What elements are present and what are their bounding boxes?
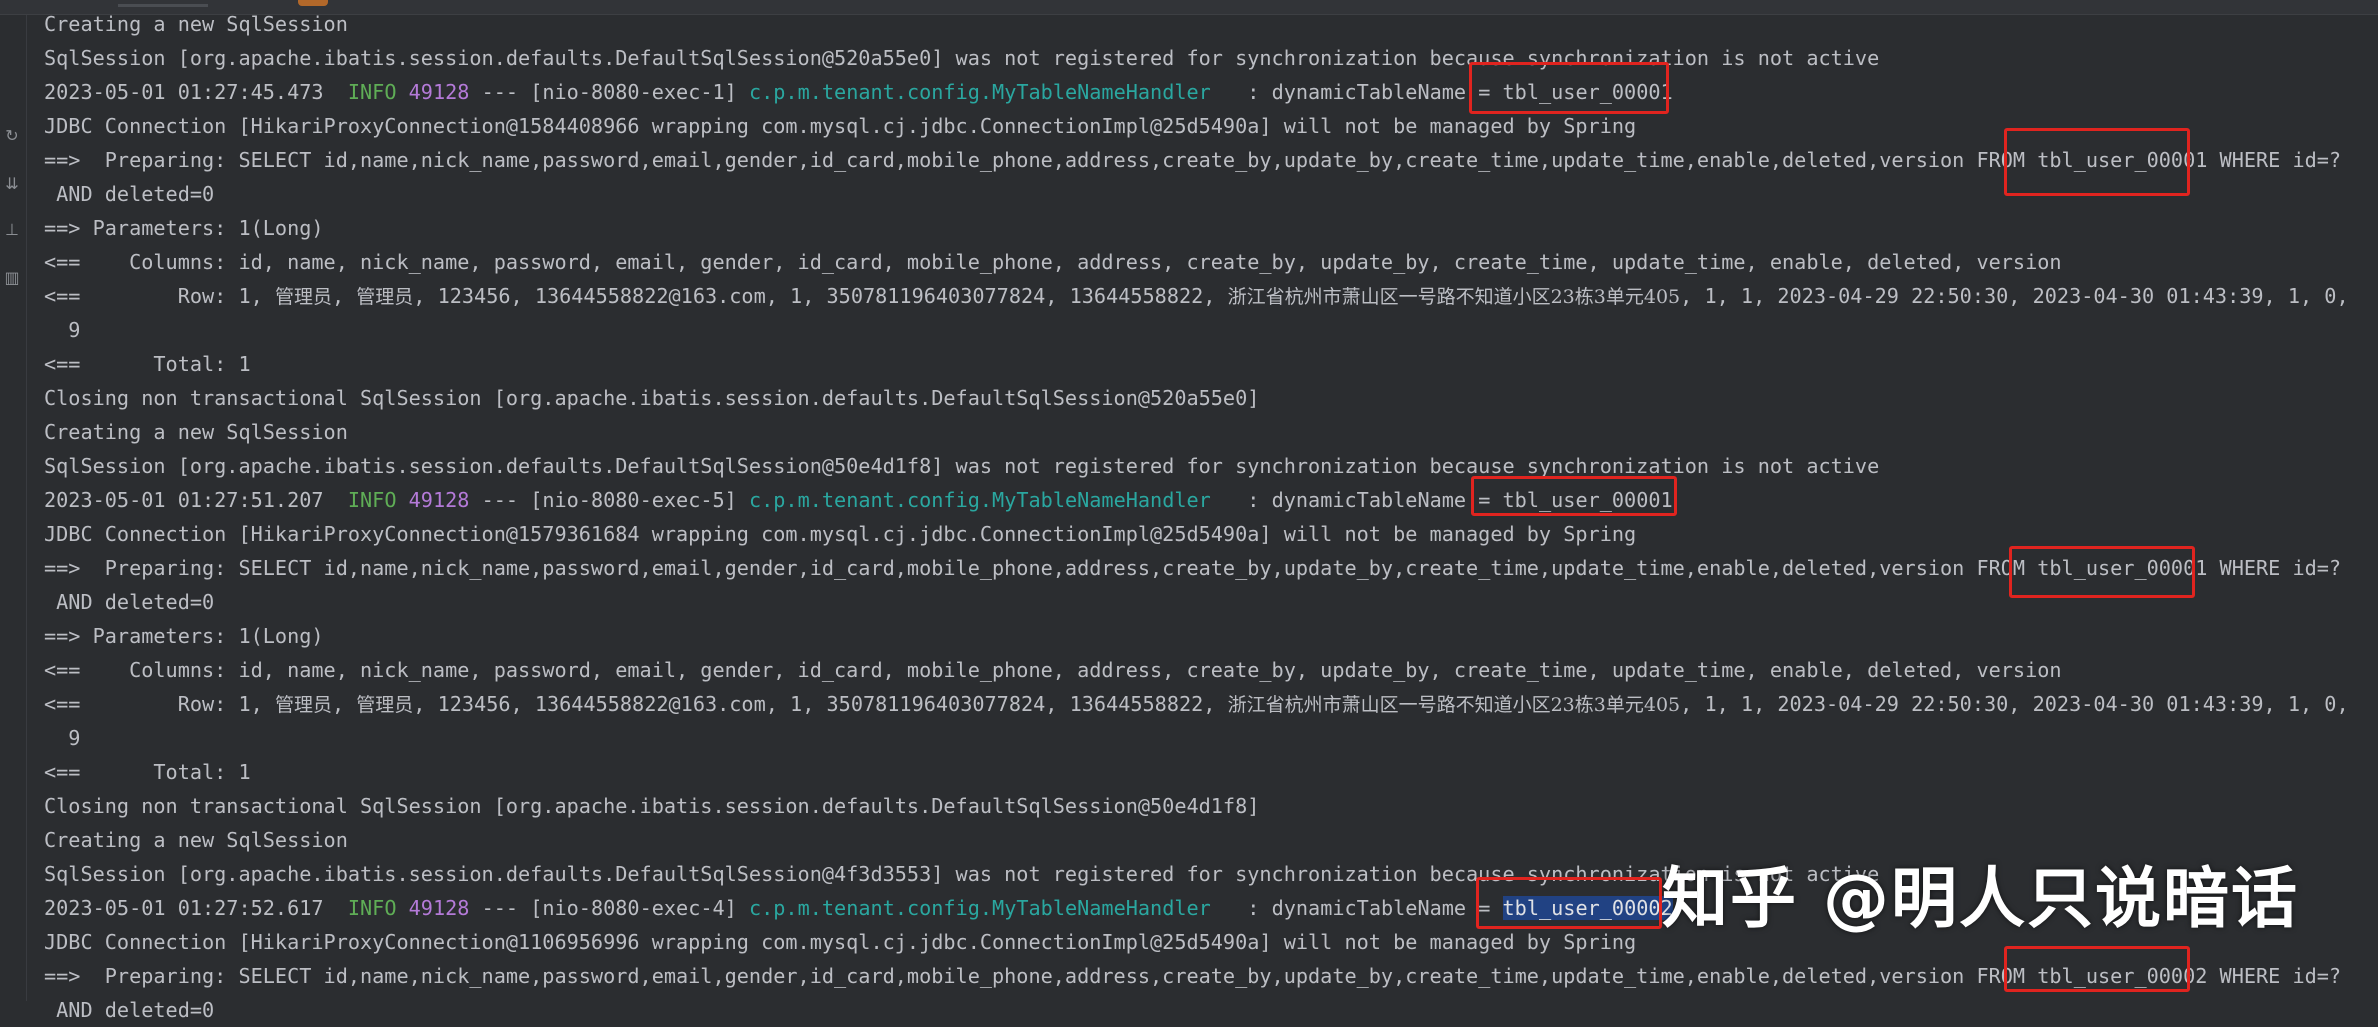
- sql-preparing-cont: AND deleted=0: [44, 998, 215, 1022]
- log-thread: --- [nio-8080-exec-1]: [469, 80, 749, 104]
- log-pid: 49128: [408, 488, 470, 512]
- log-pid: 49128: [408, 80, 470, 104]
- log-timestamp: 2023-05-01 01:27:51.207: [44, 488, 348, 512]
- row-address: 浙江省杭州市萧山区一号路不知道小区23栋3单元405: [1227, 694, 1681, 716]
- log-line: 2023-05-01 01:27:52.617 INFO 49128 --- […: [44, 891, 1673, 925]
- sql-parameters-line: ==> Parameters: 1(Long): [44, 624, 324, 648]
- highlight-box: [2004, 946, 2190, 992]
- log-line: Creating a new SqlSession: [44, 12, 348, 36]
- row-prefix: <== Row: 1,: [44, 692, 275, 716]
- sql-preparing-cont: AND deleted=0: [44, 182, 215, 206]
- log-line: JDBC Connection [HikariProxyConnection@1…: [44, 114, 1637, 138]
- console-toolbar: ↻ ⇊ ⊥ ▥: [0, 15, 27, 1001]
- row-nick-name: 管理员: [356, 286, 414, 308]
- row-values: , 123456, 13644558822@163.com, 1, 350781…: [413, 284, 1228, 308]
- log-line: Closing non transactional SqlSession [or…: [44, 794, 1260, 818]
- row-values-tail: , 1, 1, 2023-04-29 22:50:30, 2023-04-30 …: [1680, 284, 2349, 308]
- watermark: 知乎 @明人只说暗话: [1662, 860, 2299, 937]
- sql-preparing-cont: AND deleted=0: [44, 590, 215, 614]
- sql-row-cont: 9: [44, 726, 81, 750]
- log-line: 2023-05-01 01:27:51.207 INFO 49128 --- […: [44, 483, 1673, 517]
- row-name: 管理员: [274, 694, 332, 716]
- row-address: 浙江省杭州市萧山区一号路不知道小区23栋3单元405: [1227, 286, 1681, 308]
- row-prefix: <== Row: 1,: [44, 284, 275, 308]
- rerun-icon[interactable]: ↻: [3, 127, 21, 145]
- log-line: JDBC Connection [HikariProxyConnection@1…: [44, 522, 1637, 546]
- highlight-box: [2009, 546, 2195, 598]
- row-values-tail: , 1, 1, 2023-04-29 22:50:30, 2023-04-30 …: [1680, 692, 2349, 716]
- log-thread: --- [nio-8080-exec-5]: [469, 488, 749, 512]
- log-thread: --- [nio-8080-exec-4]: [469, 896, 749, 920]
- log-line: Creating a new SqlSession: [44, 420, 348, 444]
- pin-icon[interactable]: ⊥: [3, 221, 21, 239]
- log-line: 2023-05-01 01:27:45.473 INFO 49128 --- […: [44, 75, 1673, 109]
- sql-columns-line: <== Columns: id, name, nick_name, passwo…: [44, 250, 2062, 274]
- log-line: JDBC Connection [HikariProxyConnection@1…: [44, 930, 1637, 954]
- log-timestamp: 2023-05-01 01:27:45.473: [44, 80, 348, 104]
- row-values: , 123456, 13644558822@163.com, 1, 350781…: [413, 692, 1228, 716]
- row-sep: ,: [331, 692, 357, 716]
- log-level: INFO: [347, 80, 397, 104]
- log-timestamp: 2023-05-01 01:27:52.617: [44, 896, 348, 920]
- sql-row-line: <== Row: 1, 管理员, 管理员, 123456, 1364455882…: [44, 687, 2349, 721]
- scroll-down-icon[interactable]: ⇊: [3, 175, 21, 193]
- highlight-box: [1471, 476, 1677, 516]
- log-line: Creating a new SqlSession: [44, 828, 348, 852]
- sql-columns-line: <== Columns: id, name, nick_name, passwo…: [44, 658, 2062, 682]
- log-logger[interactable]: c.p.m.tenant.config.MyTableNameHandler: [749, 80, 1211, 104]
- sql-preparing-line: ==> Preparing: SELECT id,name,nick_name,…: [44, 964, 2342, 988]
- row-name: 管理员: [274, 286, 332, 308]
- sql-total-line: <== Total: 1: [44, 760, 251, 784]
- log-logger[interactable]: c.p.m.tenant.config.MyTableNameHandler: [749, 488, 1211, 512]
- trash-icon[interactable]: ▥: [3, 269, 21, 287]
- highlight-box: [1476, 877, 1662, 929]
- highlight-box: [1469, 62, 1669, 114]
- sql-parameters-line: ==> Parameters: 1(Long): [44, 216, 324, 240]
- row-sep: ,: [331, 284, 357, 308]
- highlight-box: [2004, 128, 2190, 196]
- sql-total-line: <== Total: 1: [44, 352, 251, 376]
- editor-tab-bar: [0, 0, 2378, 15]
- log-pid: 49128: [408, 896, 470, 920]
- row-nick-name: 管理员: [356, 694, 414, 716]
- sql-row-line: <== Row: 1, 管理员, 管理员, 123456, 1364455882…: [44, 279, 2349, 313]
- sql-preparing-line: ==> Preparing: SELECT id,name,nick_name,…: [44, 556, 2342, 580]
- sql-preparing-line: ==> Preparing: SELECT id,name,nick_name,…: [44, 148, 2342, 172]
- log-message: : dynamicTableName =: [1210, 896, 1503, 920]
- run-marker: [298, 0, 328, 6]
- sql-row-cont: 9: [44, 318, 81, 342]
- log-level: INFO: [347, 488, 397, 512]
- log-line: Closing non transactional SqlSession [or…: [44, 386, 1260, 410]
- log-level: INFO: [347, 896, 397, 920]
- log-logger[interactable]: c.p.m.tenant.config.MyTableNameHandler: [749, 896, 1211, 920]
